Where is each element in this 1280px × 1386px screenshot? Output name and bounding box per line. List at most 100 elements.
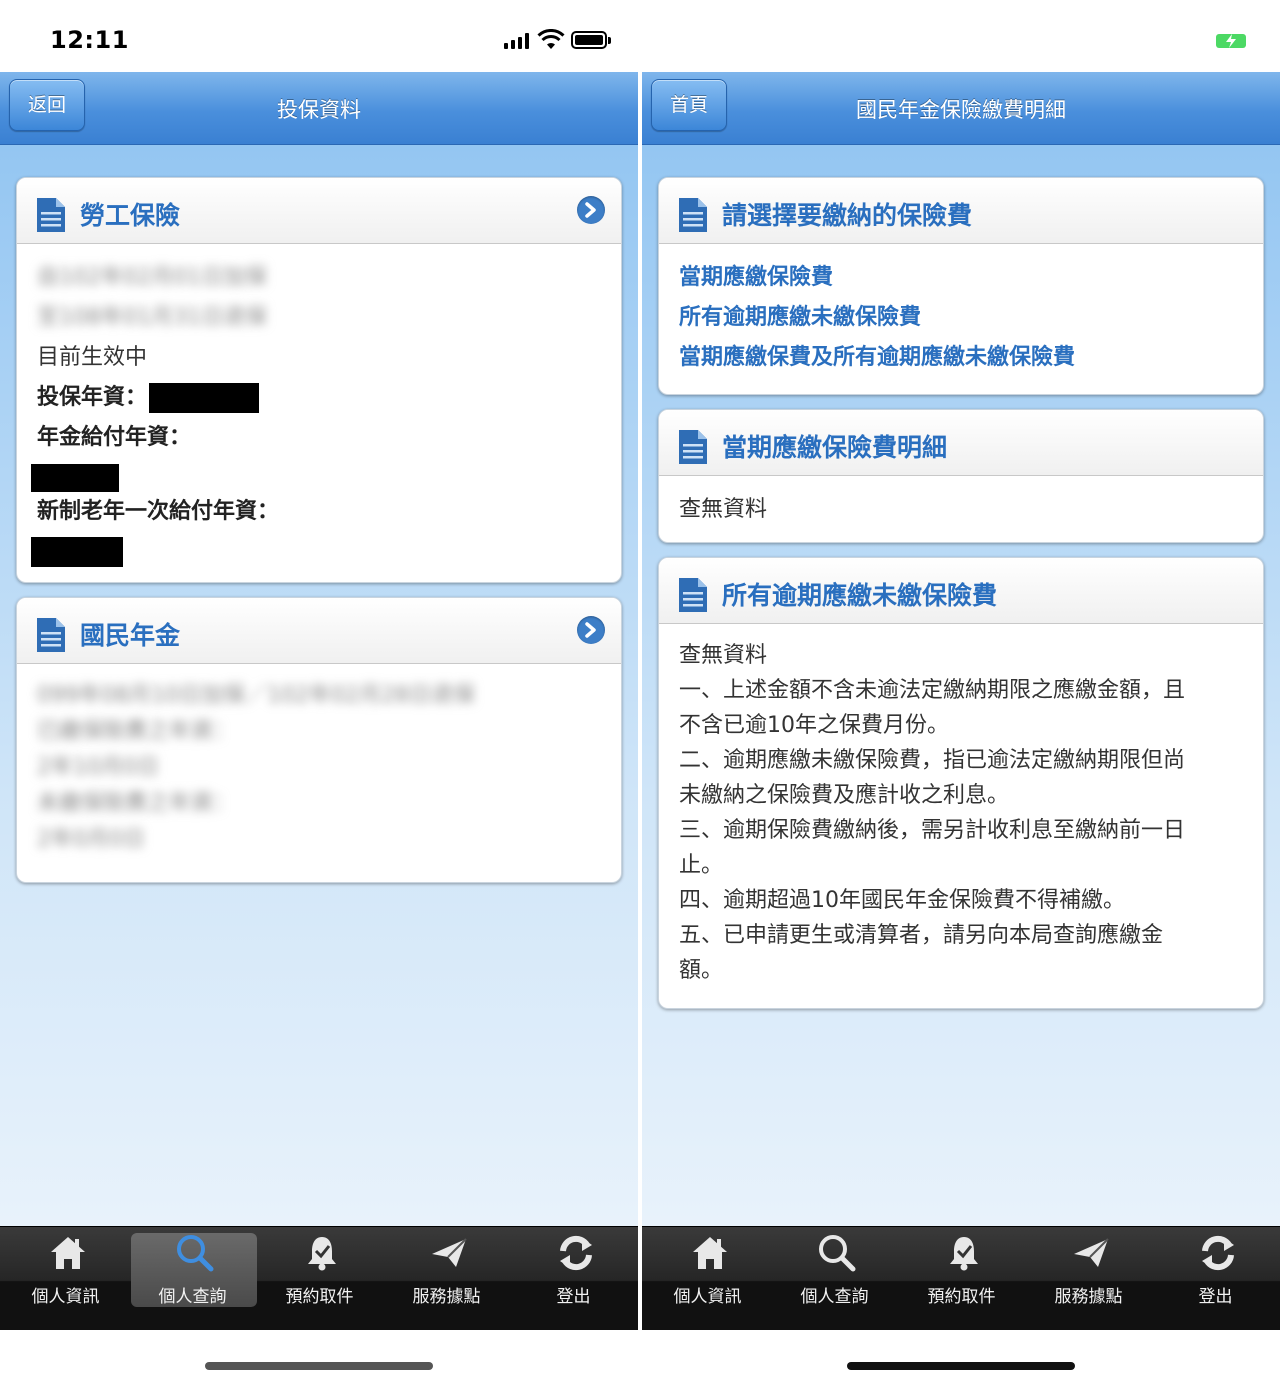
- home-icon: [51, 1237, 85, 1269]
- charging-battery-icon: [1216, 34, 1246, 48]
- note-line: 止。: [679, 853, 724, 878]
- tab-label: 服務據點: [1054, 1287, 1123, 1307]
- document-icon: [679, 430, 707, 464]
- nav-header: 首頁 國民年金保險繳費明細: [642, 72, 1280, 145]
- tab-label: 個人資訊: [31, 1287, 100, 1307]
- document-icon: [37, 198, 65, 232]
- pension-years-label: 年金給付年資：: [37, 425, 192, 450]
- card-header: 請選擇要繳納的保險費: [659, 178, 1263, 244]
- tab-personal-info[interactable]: 個人資訊: [2, 1227, 129, 1331]
- tab-label: 登出: [556, 1287, 591, 1307]
- tab-label: 登出: [1198, 1287, 1233, 1307]
- insured-years-label: 投保年資：: [37, 385, 148, 410]
- blurred-date-range: 099年08月10日加保／102年02月28日退保: [37, 683, 475, 708]
- overdue-premium-card: 所有逾期應繳未繳保險費 查無資料 一、上述金額不含未逾法定繳納期限之應繳金額，且…: [658, 557, 1264, 1009]
- note-line: 不含已逾10年之保費月份。: [679, 713, 949, 738]
- link-overdue-premium[interactable]: 所有逾期應繳未繳保險費: [679, 298, 1243, 338]
- refresh-icon: [1202, 1235, 1234, 1271]
- status-bar: [642, 0, 1280, 72]
- tab-label: 預約取件: [285, 1287, 354, 1307]
- card-header[interactable]: 勞工保險: [17, 178, 621, 244]
- blurred-paid-value: 2年10月0日: [37, 755, 159, 780]
- document-icon: [679, 578, 707, 612]
- document-icon: [679, 198, 707, 232]
- send-icon: [432, 1238, 467, 1267]
- refresh-icon: [560, 1235, 592, 1271]
- no-data-text: 查無資料: [679, 643, 768, 668]
- link-current-premium[interactable]: 當期應繳保險費: [679, 258, 1243, 298]
- tab-pickup-booking[interactable]: 預約取件: [256, 1227, 383, 1331]
- card-body: 自102年02月01日加保 至108年01月31日退保 目前生效中 投保年資： …: [17, 244, 621, 582]
- page-title: 國民年金保險繳費明細: [856, 98, 1066, 122]
- page-title: 投保資料: [277, 98, 361, 122]
- lump-sum-years-label: 新制老年一次給付年資：: [37, 499, 280, 524]
- tab-personal-info[interactable]: 個人資訊: [644, 1227, 771, 1331]
- redacted-value: [31, 464, 119, 492]
- note-line: 一、上述金額不含未逾法定繳納期限之應繳金額，且: [679, 678, 1186, 703]
- blurred-unpaid-value: 2年0月0日: [37, 827, 145, 852]
- home-indicator[interactable]: [847, 1362, 1075, 1370]
- battery-icon: [571, 31, 607, 49]
- card-header[interactable]: 國民年金: [17, 598, 621, 664]
- no-data-text: 查無資料: [679, 497, 768, 522]
- current-premium-card: 當期應繳保險費明細 查無資料: [658, 409, 1264, 543]
- wifi-icon: [537, 29, 565, 49]
- note-line: 四、逾期超過10年國民年金保險費不得補繳。: [679, 888, 1125, 913]
- status-time: 12:11: [50, 26, 129, 54]
- tab-personal-query[interactable]: 個人查詢: [129, 1227, 257, 1331]
- document-icon: [37, 618, 65, 652]
- national-pension-card[interactable]: 國民年金 099年08月10日加保／102年02月28日退保 已繳保險費之年資：…: [16, 597, 622, 883]
- labor-insurance-card[interactable]: 勞工保險 自102年02月01日加保 至108年01月31日退保 目前生效中 投…: [16, 177, 622, 583]
- tab-bar: 個人資訊 個人查詢 預約取件 服務據點 登出: [0, 1226, 638, 1330]
- content-area: 勞工保險 自102年02月01日加保 至108年01月31日退保 目前生效中 投…: [0, 145, 638, 1226]
- nav-header: 返回 投保資料: [0, 72, 638, 145]
- send-icon: [1074, 1238, 1109, 1267]
- chevron-right-icon[interactable]: [577, 616, 605, 644]
- note-line: 額。: [679, 958, 724, 983]
- home-icon: [693, 1237, 727, 1269]
- note-line: 二、逾期應繳未繳保險費，指已逾法定繳納期限但尚: [679, 748, 1186, 773]
- tab-service-locations[interactable]: 服務據點: [1025, 1227, 1152, 1331]
- card-body: 099年08月10日加保／102年02月28日退保 已繳保險費之年資： 2年10…: [17, 664, 621, 876]
- status-bar: 12:11: [0, 0, 638, 72]
- tab-label: 個人查詢: [158, 1287, 227, 1307]
- card-title: 所有逾期應繳未繳保險費: [722, 581, 998, 610]
- tab-personal-query[interactable]: 個人查詢: [771, 1227, 898, 1331]
- tab-logout[interactable]: 登出: [1152, 1227, 1279, 1331]
- card-title: 當期應繳保險費明細: [722, 433, 948, 462]
- card-title: 勞工保險: [80, 201, 181, 230]
- bell-icon: [950, 1237, 978, 1271]
- blurred-unpaid-label: 未繳保險費之年資：: [37, 791, 236, 816]
- blurred-paid-label: 已繳保險費之年資：: [37, 719, 236, 744]
- blurred-date-2: 至108年01月31日退保: [37, 305, 267, 330]
- note-line: 三、逾期保險費繳納後，需另計收利息至繳納前一日: [679, 818, 1186, 843]
- card-body: 當期應繳保險費 所有逾期應繳未繳保險費 當期應繳保費及所有逾期應繳未繳保險費: [659, 244, 1263, 394]
- tab-label: 服務據點: [412, 1287, 481, 1307]
- left-screen: 12:11 返回 投保資料 勞工保險 自102年02月01日加保 至108年01…: [0, 0, 638, 1386]
- tab-pickup-booking[interactable]: 預約取件: [898, 1227, 1025, 1331]
- card-body: 查無資料: [659, 476, 1263, 542]
- content-area: 請選擇要繳納的保險費 當期應繳保險費 所有逾期應繳未繳保險費 當期應繳保費及所有…: [642, 145, 1280, 1226]
- tab-label: 預約取件: [927, 1287, 996, 1307]
- tab-bar: 個人資訊 個人查詢 預約取件 服務據點 登出: [642, 1226, 1280, 1330]
- blurred-date-1: 自102年02月01日加保: [37, 265, 267, 290]
- redacted-value: [149, 383, 260, 413]
- home-indicator[interactable]: [205, 1362, 433, 1370]
- note-line: 五、已申請更生或清算者，請另向本局查詢應繳金: [679, 923, 1164, 948]
- coverage-status: 目前生效中: [37, 345, 148, 370]
- tab-label: 個人查詢: [800, 1287, 869, 1307]
- redacted-value: [31, 537, 123, 567]
- chevron-right-icon[interactable]: [577, 196, 605, 224]
- note-line: 未繳納之保險費及應計收之利息。: [679, 783, 1010, 808]
- card-body: 查無資料 一、上述金額不含未逾法定繳納期限之應繳金額，且 不含已逾10年之保費月…: [659, 624, 1263, 1006]
- tab-logout[interactable]: 登出: [510, 1227, 637, 1331]
- select-premium-card: 請選擇要繳納的保險費 當期應繳保險費 所有逾期應繳未繳保險費 當期應繳保費及所有…: [658, 177, 1264, 395]
- insured-years-row: 投保年資：: [37, 378, 601, 418]
- link-current-and-overdue[interactable]: 當期應繳保費及所有逾期應繳未繳保險費: [679, 338, 1243, 378]
- tab-service-locations[interactable]: 服務據點: [383, 1227, 510, 1331]
- search-icon: [177, 1235, 214, 1272]
- bell-icon: [308, 1237, 336, 1271]
- card-header: 當期應繳保險費明細: [659, 410, 1263, 476]
- card-title: 國民年金: [80, 621, 181, 650]
- card-title: 請選擇要繳納的保險費: [722, 201, 973, 230]
